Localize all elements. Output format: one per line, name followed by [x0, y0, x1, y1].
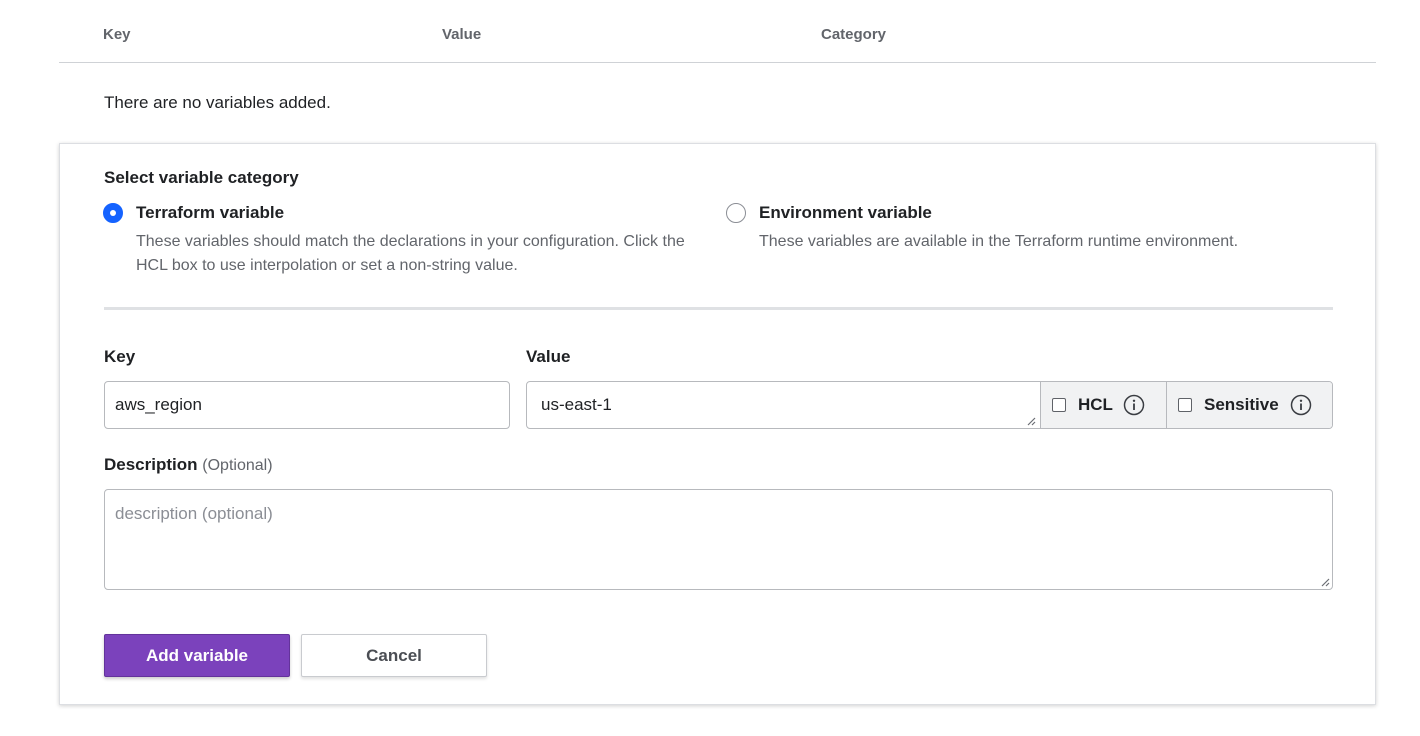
add-variable-form: Select variable category Terraform varia… — [59, 143, 1376, 705]
description-placeholder: description (optional) — [115, 504, 273, 523]
sensitive-toggle[interactable]: Sensitive — [1166, 382, 1332, 428]
value-field-label: Value — [526, 347, 571, 366]
category-description-environment: These variables are available in the Ter… — [759, 233, 1239, 250]
value-input-group: HCL Sensitive — [526, 381, 1333, 429]
category-description-terraform: These variables should match the declara… — [136, 233, 685, 274]
category-label-environment[interactable]: Environment variable — [759, 203, 932, 223]
radio-environment-variable[interactable] — [726, 203, 746, 223]
cancel-button[interactable]: Cancel — [301, 634, 487, 677]
variables-page: Key Value Category There are no variable… — [0, 0, 1420, 736]
radio-terraform-variable[interactable] — [103, 203, 123, 223]
value-input[interactable] — [527, 382, 1040, 428]
sensitive-checkbox[interactable] — [1178, 398, 1192, 412]
section-divider — [104, 307, 1333, 310]
key-input[interactable] — [104, 381, 510, 429]
add-variable-button[interactable]: Add variable — [104, 634, 290, 677]
column-header-key: Key — [103, 26, 131, 43]
description-label-text: Description — [104, 455, 198, 474]
description-optional-hint: (Optional) — [202, 457, 273, 474]
category-label-terraform[interactable]: Terraform variable — [136, 203, 284, 223]
empty-variables-message: There are no variables added. — [104, 93, 331, 112]
resize-grip-icon[interactable] — [1026, 416, 1036, 426]
info-circle-icon[interactable] — [1290, 394, 1312, 416]
hcl-label[interactable]: HCL — [1078, 395, 1113, 415]
hcl-toggle[interactable]: HCL — [1040, 382, 1166, 428]
key-field-label: Key — [104, 347, 136, 366]
category-section-title: Select variable category — [104, 168, 299, 187]
description-field-label: Description (Optional) — [104, 455, 273, 475]
column-header-value: Value — [442, 26, 482, 43]
hcl-checkbox[interactable] — [1052, 398, 1066, 412]
variables-table-header: Key Value Category — [59, 0, 1376, 63]
sensitive-label[interactable]: Sensitive — [1204, 395, 1279, 415]
resize-grip-icon[interactable] — [1320, 577, 1330, 587]
description-textarea[interactable]: description (optional) — [104, 489, 1333, 590]
info-circle-icon[interactable] — [1123, 394, 1145, 416]
column-header-category: Category — [821, 26, 887, 43]
